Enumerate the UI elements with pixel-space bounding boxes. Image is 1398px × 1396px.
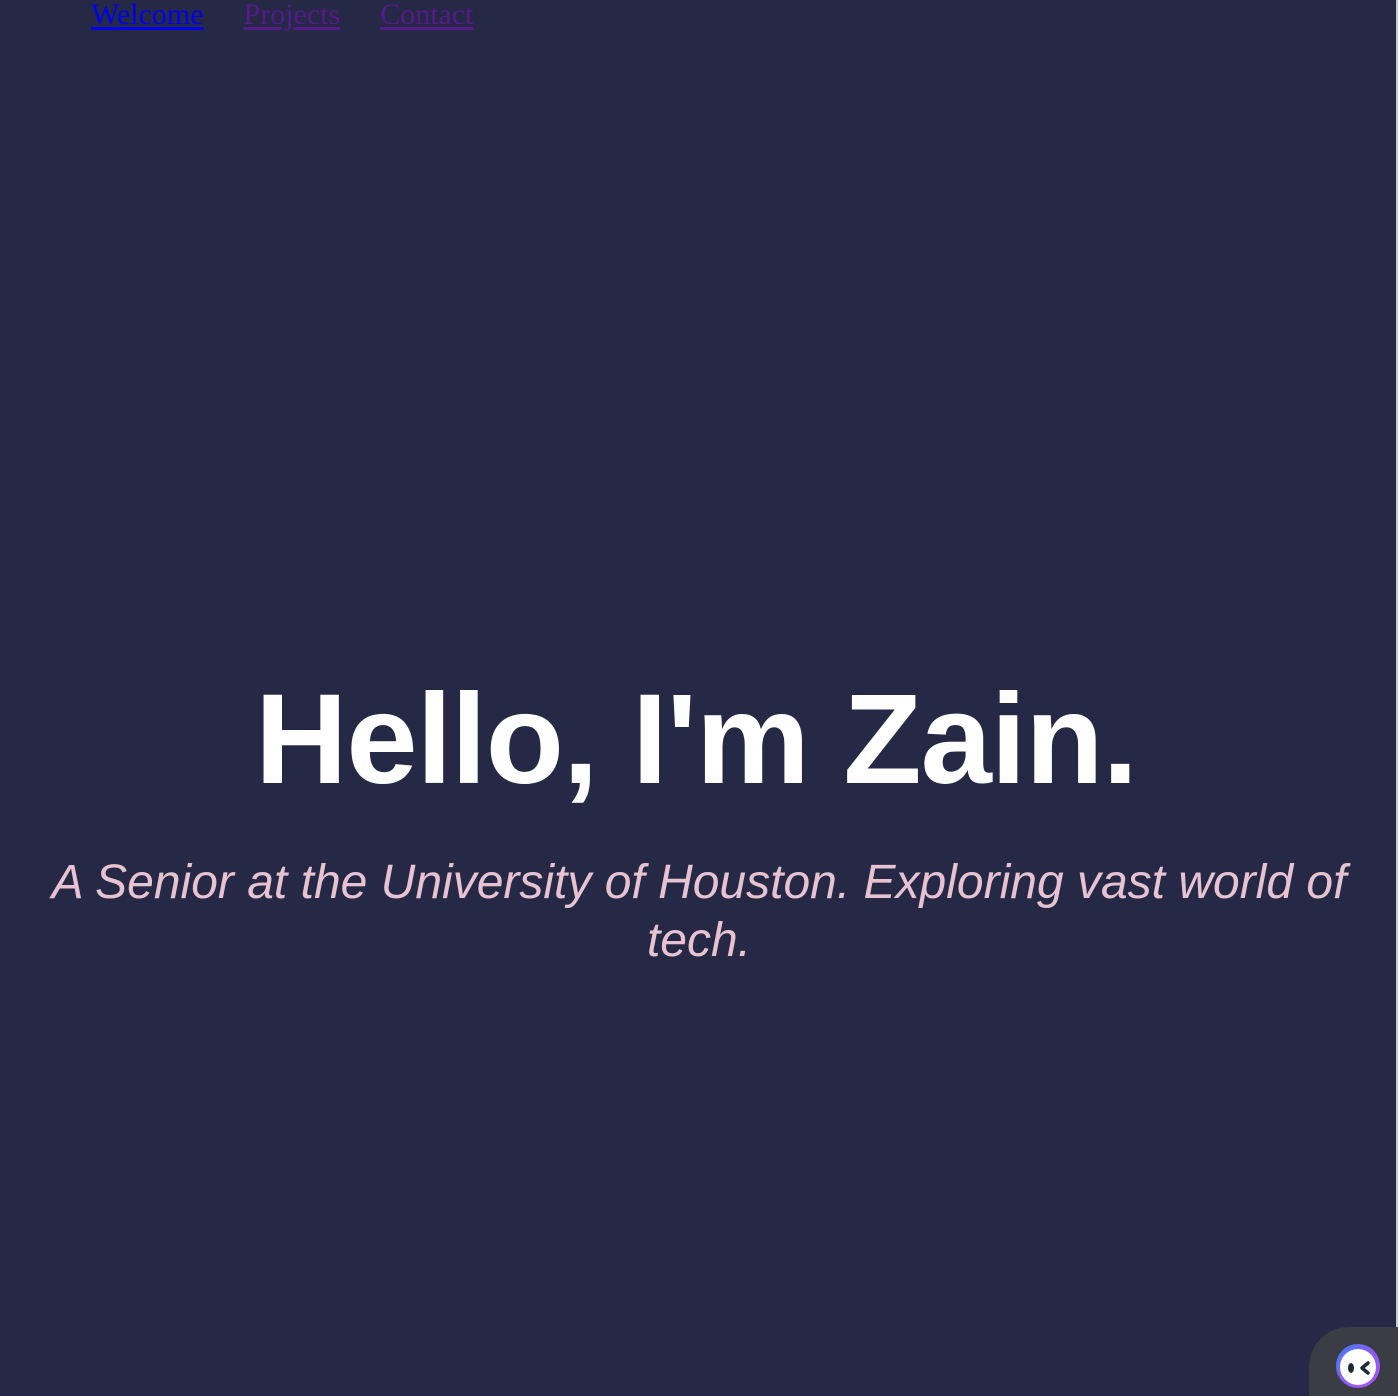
- hero-title: Hello, I'm Zain.: [254, 668, 1138, 811]
- hero-subtitle: A Senior at the University of Houston. E…: [51, 856, 1347, 967]
- hero-section: Hello, I'm Zain. A Senior at the Univers…: [0, 676, 1398, 970]
- nav-link-contact[interactable]: Contact: [380, 0, 473, 32]
- nav-link-projects[interactable]: Projects: [244, 0, 341, 32]
- top-nav: Welcome Projects Contact: [91, 0, 474, 34]
- nav-link-welcome[interactable]: Welcome: [91, 0, 204, 32]
- chat-bot-face-icon[interactable]: [1334, 1342, 1382, 1390]
